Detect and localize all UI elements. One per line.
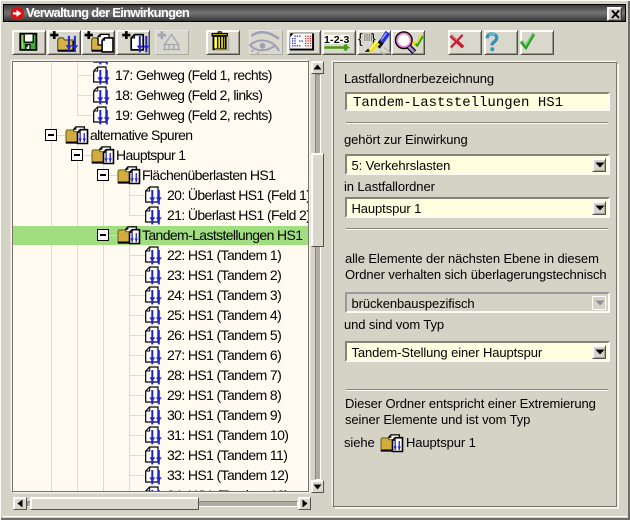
svg-text:{: { — [358, 30, 363, 46]
